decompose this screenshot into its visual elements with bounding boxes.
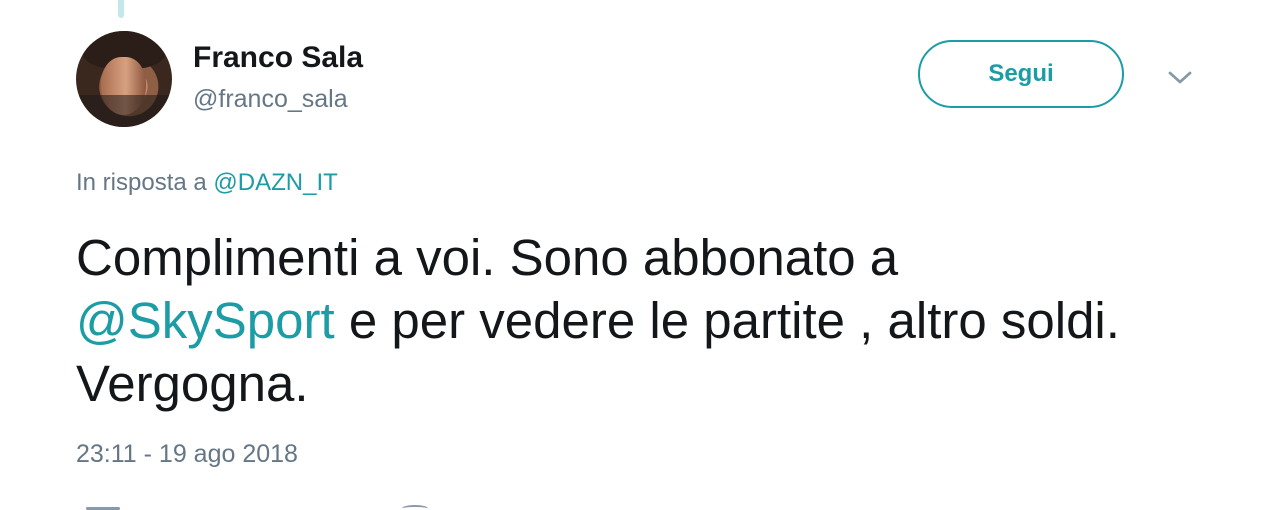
tweet-line-2: @SkySport e per vedere le partite , altr…	[76, 289, 1226, 352]
author-name[interactable]: Franco Sala	[193, 39, 363, 77]
tweet-line-2-text: e per vedere le partite , altro soldi.	[334, 292, 1120, 349]
avatar-shadow-shape	[76, 95, 172, 127]
reply-prefix: In risposta a	[76, 169, 207, 196]
tweet-mention-link[interactable]: @SkySport	[76, 292, 335, 349]
avatar[interactable]	[76, 31, 172, 127]
tweet-view: Franco Sala @franco_sala Segui In rispos…	[0, 0, 1275, 510]
thread-connector-line	[118, 0, 124, 18]
like-icon[interactable]	[402, 505, 428, 510]
tweet-line-1: Complimenti a voi. Sono abbonato a	[76, 229, 899, 286]
follow-button[interactable]: Segui	[918, 40, 1124, 108]
chevron-down-icon[interactable]	[1166, 66, 1194, 88]
tweet-line-3: Vergogna.	[76, 355, 309, 412]
tweet-timestamp[interactable]: 23:11 - 19 ago 2018	[76, 438, 298, 470]
tweet-body: Complimenti a voi. Sono abbonato a @SkyS…	[76, 226, 1226, 415]
reply-mention-link[interactable]: @DAZN_IT	[213, 169, 337, 196]
reply-context: In risposta a @DAZN_IT	[76, 168, 338, 198]
author-handle[interactable]: @franco_sala	[193, 83, 348, 115]
tweet-action-bar	[76, 500, 496, 510]
